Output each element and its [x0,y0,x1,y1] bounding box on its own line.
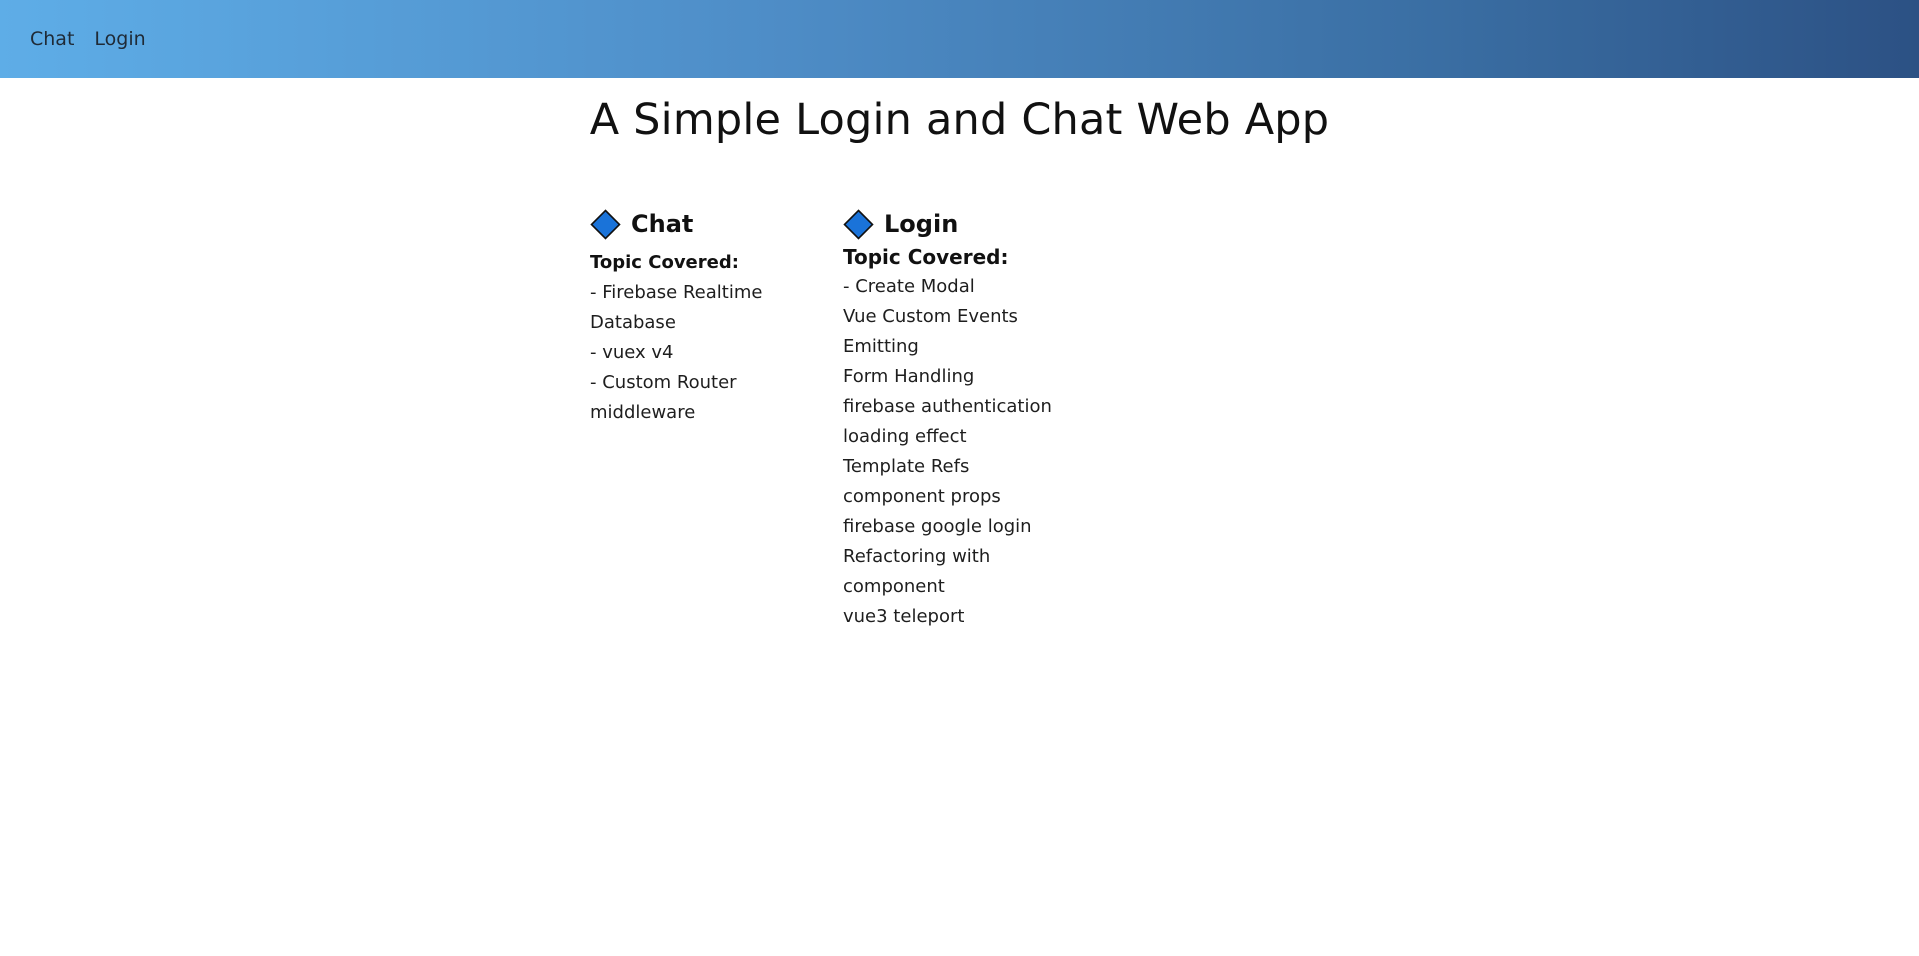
list-item: Emitting [843,336,919,357]
list-item: - Custom Router [590,372,737,393]
login-topic-list: - Create Modal Vue Custom Events Emittin… [843,272,1073,632]
list-item: - vuex v4 [590,342,674,363]
list-item: vue3 teleport [843,606,965,627]
login-topic-title: Topic Covered: [843,245,1009,269]
list-item: - Firebase Realtime [590,282,763,303]
nav-link-login[interactable]: Login [94,28,145,50]
list-item: Database [590,312,676,333]
chat-card-title: Chat [631,210,694,238]
page-title: A Simple Login and Chat Web App [589,95,1330,145]
list-item: Form Handling [843,366,975,387]
chat-card: Chat Topic Covered: - Firebase Realtime … [590,208,820,428]
nav-link-chat[interactable]: Chat [30,28,74,50]
chat-card-heading: Chat [590,208,820,240]
list-item: middleware [590,402,696,423]
list-item: firebase authentication [843,396,1052,417]
login-card: Login Topic Covered: - Create Modal Vue … [843,208,1073,632]
list-item: - Create Modal [843,276,975,297]
list-item: firebase google login [843,516,1032,537]
login-card-heading: Login [843,208,1073,240]
list-item: Template Refs [843,456,970,477]
list-item: loading effect [843,426,967,447]
list-item: Refactoring with [843,546,991,567]
diamond-icon [843,208,874,240]
top-navbar: Chat Login [0,0,1919,78]
chat-topic-list: - Firebase Realtime Database - vuex v4 -… [590,278,820,428]
list-item: Vue Custom Events [843,306,1018,327]
diamond-icon [590,208,621,240]
list-item: component props [843,486,1001,507]
list-item: component [843,576,945,597]
login-card-title: Login [884,210,959,238]
chat-topic-title: Topic Covered: [590,252,739,273]
